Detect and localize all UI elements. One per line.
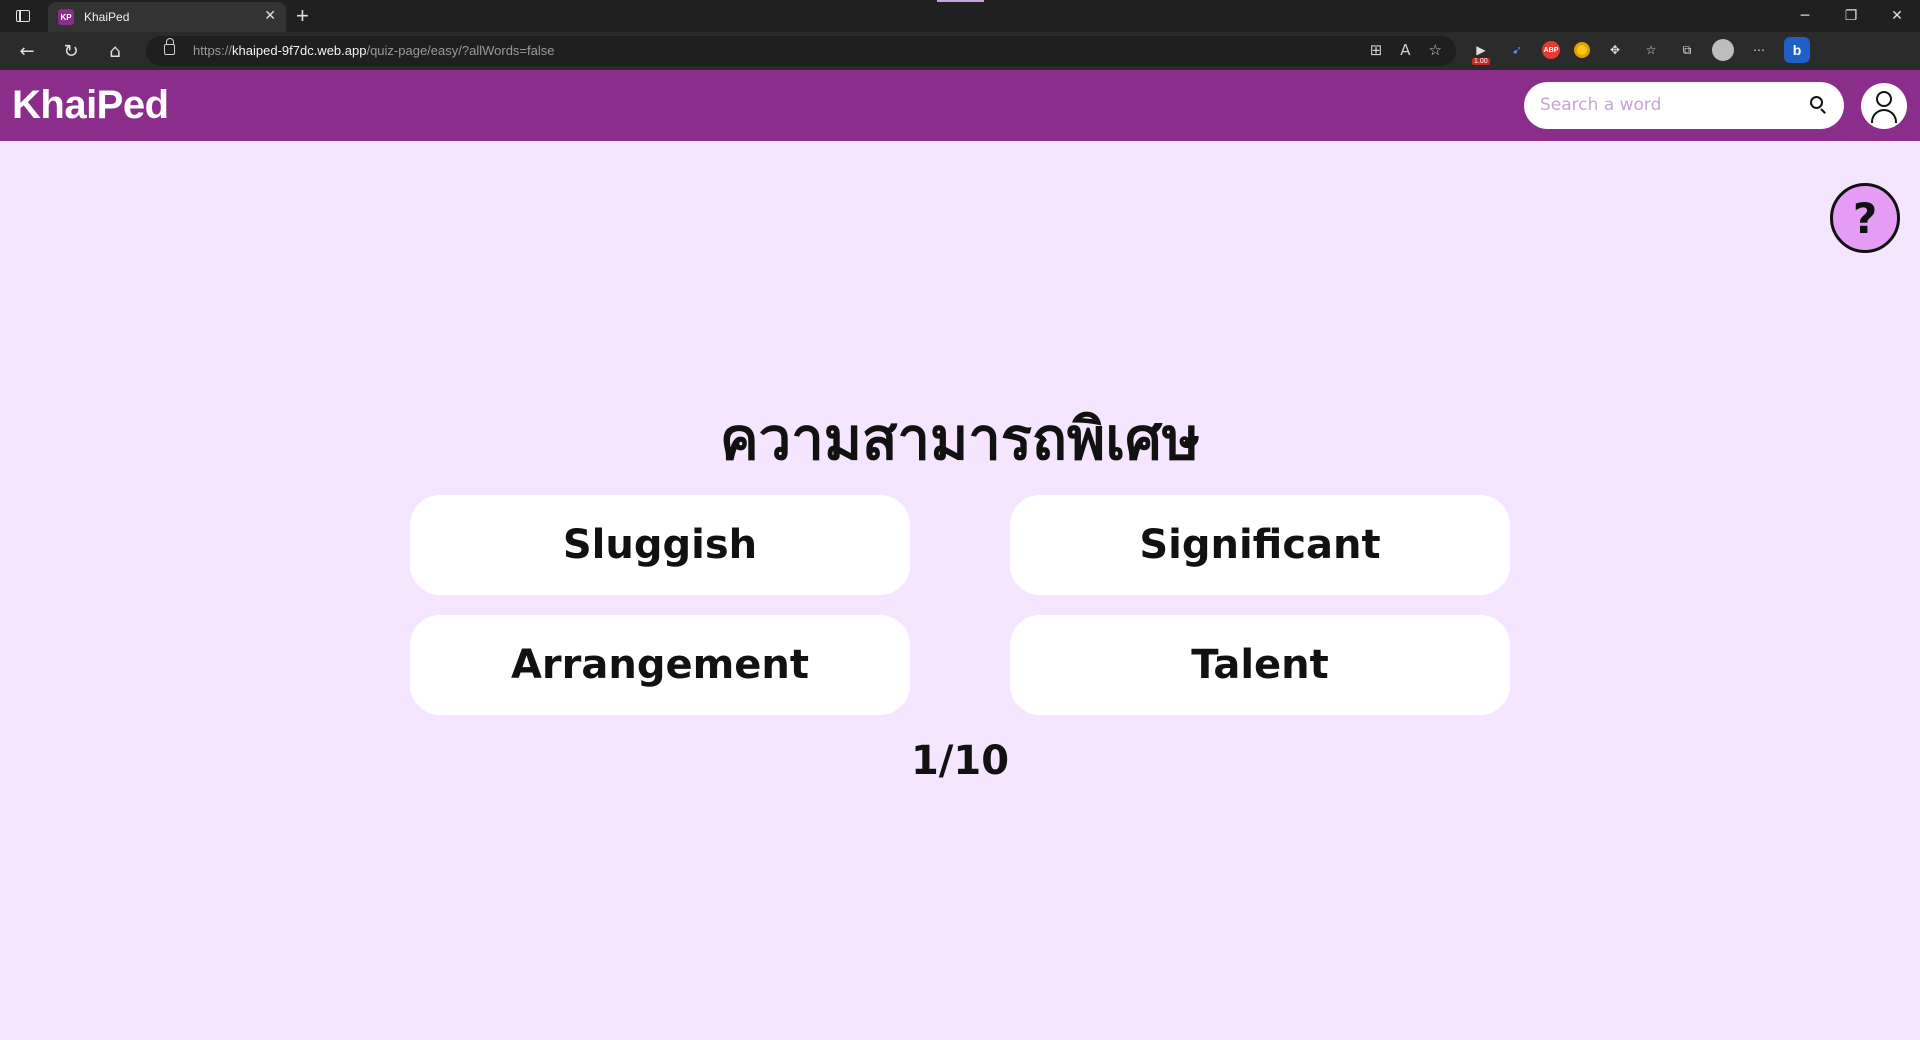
answer-option[interactable]: Talent [1010, 615, 1510, 715]
search-icon[interactable] [1810, 96, 1826, 114]
browser-toolbar: ← ↻ ⌂ https://khaiped-9f7dc.web.app/quiz… [0, 32, 1920, 70]
khaiped-favicon-icon: KP [58, 9, 74, 25]
tab-accent-line [937, 0, 984, 2]
extensions-puzzle-icon[interactable]: ✥ [1604, 39, 1626, 61]
tab-actions-icon[interactable] [14, 7, 32, 25]
browser-profile-icon[interactable] [1712, 39, 1734, 61]
khaiped-logo[interactable]: KhaiPed [12, 83, 169, 128]
bing-copilot-icon[interactable]: b [1784, 37, 1810, 63]
browser-tab-bar: KP KhaiPed ✕ + ─ ❐ ✕ [0, 0, 1920, 32]
back-icon[interactable]: ← [14, 38, 40, 64]
profile-button[interactable] [1861, 83, 1907, 129]
answer-option[interactable]: Significant [1010, 495, 1510, 595]
address-bar-actions: ⊞ A ☆ [1370, 41, 1442, 59]
yellow-extension-icon[interactable] [1574, 42, 1590, 58]
collections-icon[interactable]: ⧉ [1676, 39, 1698, 61]
quiz-question: ความสามารถพิเศษ [719, 405, 1201, 473]
home-icon[interactable]: ⌂ [102, 38, 128, 64]
window-controls: ─ ❐ ✕ [1782, 0, 1920, 32]
tab-title: KhaiPed [84, 10, 130, 24]
address-bar[interactable]: https://khaiped-9f7dc.web.app/quiz-page/… [146, 36, 1456, 66]
close-tab-icon[interactable]: ✕ [264, 8, 276, 24]
read-aloud-icon[interactable]: A [1400, 41, 1410, 59]
help-button[interactable]: ? [1830, 183, 1900, 253]
answer-option[interactable]: Arrangement [410, 615, 910, 715]
user-icon [1876, 91, 1892, 107]
new-tab-icon[interactable]: + [296, 3, 309, 29]
more-menu-icon[interactable]: ⋯ [1748, 39, 1770, 61]
favorites-icon[interactable]: ☆ [1640, 39, 1662, 61]
reload-icon[interactable]: ↻ [58, 38, 84, 64]
adblock-plus-icon[interactable]: ABP [1542, 41, 1560, 59]
lock-icon[interactable] [164, 38, 175, 55]
speed-extension-icon[interactable]: ▶ 1.00 [1470, 39, 1492, 65]
arrow-extension-icon[interactable]: ➹ [1506, 39, 1528, 61]
close-window-icon[interactable]: ✕ [1874, 0, 1920, 32]
browser-tab[interactable]: KP KhaiPed ✕ [48, 2, 286, 32]
minimize-icon[interactable]: ─ [1782, 0, 1828, 32]
url-text: https://khaiped-9f7dc.web.app/quiz-page/… [193, 43, 555, 58]
quiz-progress: 1/10 [910, 738, 1010, 784]
search-box [1524, 82, 1844, 129]
user-body-icon [1871, 109, 1897, 123]
favorite-star-icon[interactable]: ☆ [1429, 41, 1442, 59]
answer-option[interactable]: Sluggish [410, 495, 910, 595]
extensions-bar: ▶ 1.00 ➹ ABP ✥ ☆ ⧉ ⋯ b [1470, 37, 1810, 65]
app-header: KhaiPed [0, 70, 1920, 141]
app-available-icon[interactable]: ⊞ [1370, 41, 1383, 59]
restore-icon[interactable]: ❐ [1828, 0, 1874, 32]
search-input[interactable] [1540, 91, 1800, 119]
